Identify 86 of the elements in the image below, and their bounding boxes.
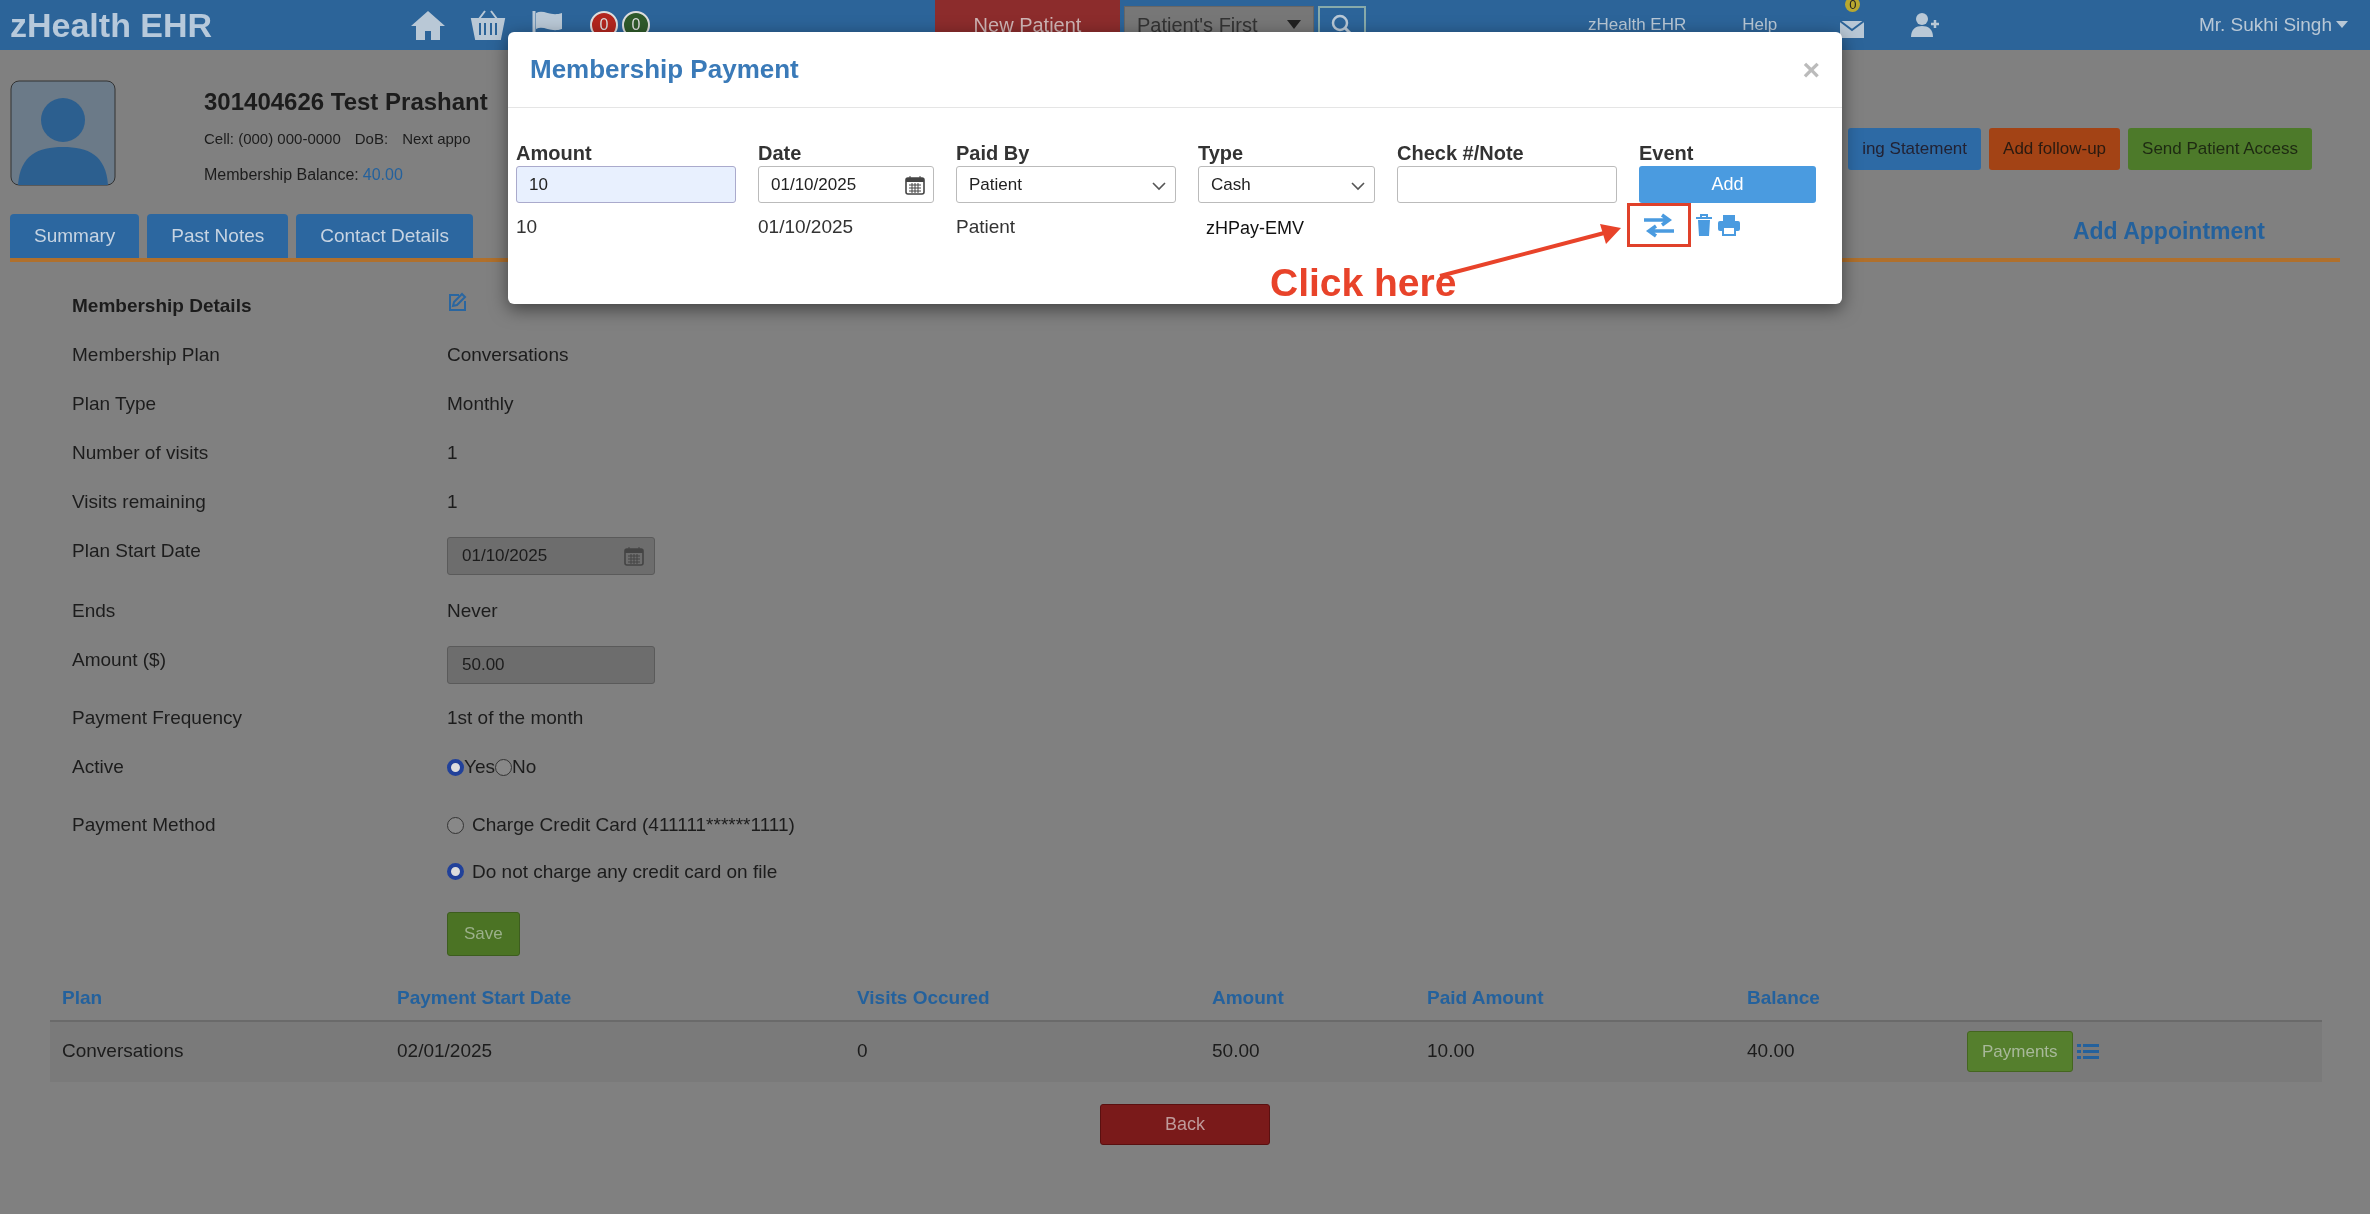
column-header: Payment Start Date (397, 986, 573, 1011)
field-label: Event (1639, 141, 1695, 166)
field-label: Number of visits (72, 441, 210, 465)
table-cell-text: 0 (857, 1039, 869, 1064)
date-field[interactable]: 01/10/2025 (758, 166, 934, 203)
action-button[interactable]: ing Statement (1848, 128, 1982, 170)
field-label: Membership Plan (72, 343, 221, 367)
basket-icon[interactable] (470, 9, 506, 41)
field-label: Amount (516, 141, 593, 166)
back-button[interactable]: Back (1100, 1103, 1270, 1145)
save-button[interactable]: Save (447, 912, 520, 956)
table-cell-text: 01/10/2025 (758, 215, 855, 239)
field-label: Visits remaining (72, 490, 207, 514)
field-value: Never (447, 599, 498, 623)
close-button[interactable]: × (1802, 47, 1820, 92)
calendar-icon (905, 174, 925, 195)
field-label: Active (72, 755, 125, 779)
table-cell-text: 10.00 (1427, 1039, 1476, 1064)
radio-button[interactable] (447, 816, 464, 834)
column-header: Paid Amount (1427, 986, 1545, 1011)
next-appointment: Next appo (402, 129, 471, 149)
tab[interactable]: Contact Details (296, 214, 474, 258)
tab[interactable]: Summary (10, 214, 140, 258)
field-value: 1st of the month (447, 706, 584, 730)
table-cell-text: Patient (956, 215, 1017, 239)
add-button[interactable]: Add (1639, 166, 1816, 203)
field-value: Monthly (447, 392, 514, 416)
patient-cell-text: Cell: (000) 000-0000 (204, 129, 341, 149)
dropdown[interactable]: Patient (956, 166, 1176, 203)
radio-label: Yes (464, 755, 495, 779)
balance-label: Membership Balance: (204, 164, 359, 185)
field-label: Amount ($) (72, 648, 167, 672)
transfer-icon[interactable] (1642, 212, 1676, 238)
radio-label: Charge Credit Card (411111******1111) (472, 813, 795, 837)
amount-field[interactable]: 50.00 (447, 646, 655, 684)
column-header: Plan (62, 986, 104, 1011)
field-value: 1 (447, 490, 458, 514)
input-field[interactable] (1397, 166, 1617, 203)
field-label: Plan Type (72, 392, 158, 416)
table-cell-text: zHPay-EMV (1205, 217, 1305, 240)
field-label: Paid By (956, 141, 1031, 166)
radio-button[interactable] (495, 758, 512, 776)
field-label: Plan Start Date (72, 539, 202, 563)
table-cell-text: Conversations (62, 1039, 185, 1064)
print-icon[interactable] (1717, 214, 1741, 236)
field-label: Type (1198, 141, 1245, 166)
radio-label: No (512, 755, 537, 779)
column-header: Balance (1747, 986, 1821, 1011)
payments-button[interactable]: Payments (1967, 1030, 2073, 1073)
date-field[interactable]: 01/10/2025 (447, 537, 655, 575)
field-value: Conversations (447, 343, 569, 367)
patient-name: 301404626 Test Prashant (204, 87, 488, 117)
balance-value: 40.00 (362, 164, 403, 185)
radio-button[interactable] (447, 863, 464, 881)
table-cell-text: 10 (516, 215, 539, 239)
field-label: Date (758, 141, 803, 166)
column-header: Visits Occured (857, 986, 991, 1011)
field-label: Check #/Note (1397, 141, 1525, 166)
annotation-label: Click here (1270, 260, 1457, 306)
action-button[interactable]: Add follow-up (1989, 128, 2121, 170)
modal-title: Membership Payment (530, 53, 799, 86)
field-value: 1 (447, 441, 458, 465)
home-icon[interactable] (410, 9, 446, 41)
radio-button[interactable] (447, 758, 464, 776)
dropdown[interactable]: Cash (1198, 166, 1375, 203)
trash-icon[interactable] (1695, 214, 1713, 236)
radio-label: Do not charge any credit card on file (472, 859, 778, 884)
column-header: Amount (1212, 986, 1285, 1011)
field-label: Payment Method (72, 813, 217, 837)
user-menu[interactable]: Mr. Sukhi Singh (2198, 10, 2348, 40)
table-cell-text: 50.00 (1212, 1039, 1261, 1064)
field-label: Payment Frequency (72, 706, 244, 730)
section-title: Membership Details (72, 294, 253, 318)
calendar-icon (624, 546, 644, 566)
app-brand[interactable]: zHealth EHR (10, 0, 410, 51)
table-cell-text: 40.00 (1747, 1039, 1796, 1064)
patient-dob: DoB: (354, 129, 389, 149)
input-field[interactable]: 10 (516, 166, 736, 203)
field-label: Ends (72, 599, 117, 623)
mail-count-badge: 0 (1845, 0, 1861, 12)
caret-icon (1287, 20, 1301, 30)
add-user-icon[interactable] (1911, 12, 1942, 38)
table-cell-text: 02/01/2025 (397, 1039, 494, 1064)
action-button[interactable]: Send Patient Access (2128, 128, 2312, 170)
tab[interactable]: Past Notes (147, 214, 289, 258)
caret-icon (2336, 21, 2348, 29)
